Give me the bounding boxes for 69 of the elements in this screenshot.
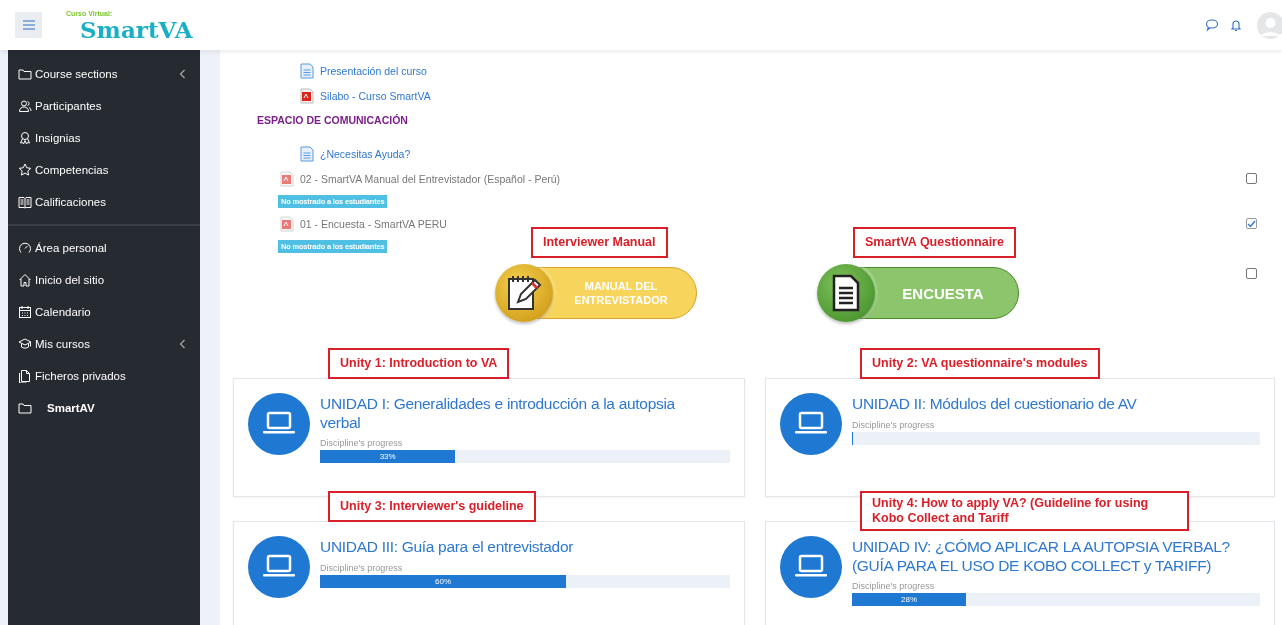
progress-value: 28%: [901, 595, 918, 605]
chevron-icon[interactable]: [179, 69, 186, 79]
sidebar-item[interactable]: Mis cursos: [8, 328, 200, 360]
resource-link[interactable]: 02 - SmartVA Manual del Entrevistador (Español - Perú): [280, 170, 561, 187]
book-icon: [18, 195, 32, 209]
annotation-label: Interviewer Manual: [531, 227, 668, 258]
people-icon: [18, 99, 32, 113]
laptop-icon: [780, 393, 842, 455]
unit-card[interactable]: UNIDAD IV: ¿CÓMO APLICAR LA AUTOPSIA VERBAL? (GUÍA PARA EL USO DE KOBO COLLECT y TARIFF) Discipline's progress 28%: [765, 521, 1275, 625]
laptop-icon: [780, 536, 842, 598]
star-icon: [18, 163, 32, 177]
unit-card[interactable]: UNIDAD III: Guía para el entrevistador Discipline's progress 60%: [233, 521, 745, 625]
unit-title[interactable]: UNIDAD IV: ¿CÓMO APLICAR LA AUTOPSIA VERBAL? (GUÍA PARA EL USO DE KOBO COLLECT y TARIFF): [852, 538, 1260, 576]
resource-link[interactable]: Silabo - Curso SmartVA: [300, 87, 431, 104]
unit-title[interactable]: UNIDAD II: Módulos del cuestionario de AV: [852, 395, 1260, 414]
document-icon: [831, 274, 861, 312]
progress-label: Discipline's progress: [852, 419, 936, 430]
sidebar-item[interactable]: Participantes: [8, 90, 200, 122]
annotation-label: Unity 2: VA questionnaire's modules: [860, 348, 1100, 379]
notepad-pencil-icon: [506, 274, 542, 312]
pdf-file-icon: [280, 170, 294, 187]
chat-icon[interactable]: [1205, 18, 1219, 32]
bell-icon[interactable]: [1229, 18, 1243, 32]
sidebar-item[interactable]: Competencias: [8, 154, 200, 186]
sidebar-item[interactable]: Ficheros privados: [8, 360, 200, 392]
progress-value: 60%: [435, 576, 451, 586]
laptop-icon: [248, 536, 310, 598]
annotation-label: Unity 4: How to apply VA? (Guideline for using Kobo Collect and Tariff: [860, 491, 1189, 531]
progress-value: 33%: [379, 452, 396, 462]
progress-label: Discipline's progress: [852, 581, 936, 592]
sidebar-item[interactable]: Área personal: [8, 232, 200, 264]
sidebar-item[interactable]: Course sections: [8, 58, 200, 90]
home-icon: [18, 273, 32, 287]
unit-card[interactable]: UNIDAD II: Módulos del cuestionario de AV Discipline's progress: [765, 378, 1275, 497]
calendar-icon: [18, 305, 32, 319]
files-icon: [18, 369, 32, 383]
progress-label: Discipline's progress: [320, 438, 404, 449]
section-heading: ESPACIO DE COMUNICACIÓN: [256, 112, 409, 128]
gauge-icon: [18, 241, 32, 255]
sidebar-item[interactable]: Insignias: [8, 122, 200, 154]
menu-icon: [22, 20, 35, 30]
folder-icon: [18, 67, 32, 81]
annotation-label: Unity 1: Introduction to VA: [328, 348, 510, 379]
completion-checkbox[interactable]: [1246, 173, 1257, 184]
logo[interactable]: SmartVA: [80, 17, 193, 41]
document-icon: [300, 145, 314, 162]
graduation-cap-icon: [18, 337, 32, 351]
document-icon: [300, 62, 314, 79]
sidebar-item[interactable]: Calendario: [8, 296, 200, 328]
sidebar-item[interactable]: SmartAV: [8, 392, 200, 424]
resource-link[interactable]: Presentación del curso: [300, 62, 427, 79]
award-icon: [18, 131, 32, 145]
sidebar-item[interactable]: Inicio del sitio: [8, 264, 200, 296]
sidebar-item[interactable]: Calificaciones: [8, 186, 200, 218]
progress-label: Discipline's progress: [320, 562, 404, 573]
pdf-file-icon: [300, 87, 314, 104]
unit-title[interactable]: UNIDAD III: Guía para el entrevistador: [320, 538, 730, 557]
pdf-file-icon: [280, 215, 294, 232]
annotation-label: SmartVA Questionnaire: [853, 227, 1016, 258]
annotation-label: Unity 3: Interviewer's guideline: [328, 491, 536, 522]
folder-icon: [18, 401, 32, 415]
resource-link[interactable]: ¿Necesitas Ayuda?: [300, 145, 411, 162]
unit-title[interactable]: UNIDAD I: Generalidades e introducción a la autopsia verbal: [320, 395, 730, 433]
unit-card[interactable]: UNIDAD I: Generalidades e introducción a la autopsia verbal Discipline's progress 33%: [233, 378, 745, 497]
completion-checkbox[interactable]: [1246, 218, 1257, 229]
chevron-icon[interactable]: [179, 339, 186, 349]
completion-checkbox[interactable]: [1246, 268, 1257, 279]
resource-link[interactable]: 01 - Encuesta - SmartVA PERU: [280, 215, 447, 232]
laptop-icon: [248, 393, 310, 455]
